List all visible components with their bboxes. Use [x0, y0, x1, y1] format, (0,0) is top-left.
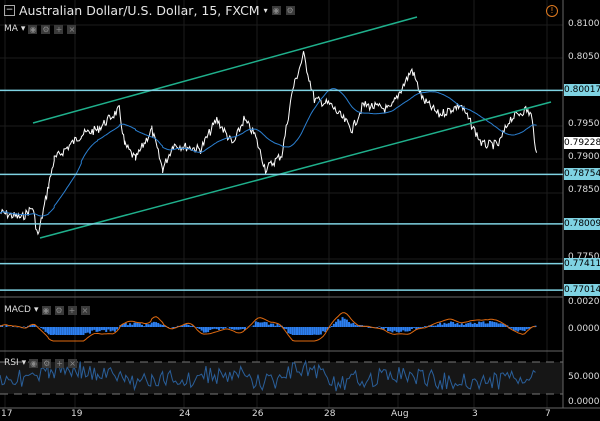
- price-axis-label: 0.79500: [568, 118, 600, 129]
- symbol-title[interactable]: Australian Dollar/U.S. Dollar, 15, FXCM: [19, 3, 260, 18]
- x-axis-label: 17: [1, 409, 13, 419]
- rsi-legend: RSI ▾ ◉ ⚙ + ×: [4, 358, 78, 368]
- gear-icon[interactable]: ⚙: [41, 24, 51, 34]
- level-price-tag[interactable]: 0.77411: [564, 257, 600, 270]
- price-chart[interactable]: [0, 0, 600, 421]
- visibility-icon[interactable]: ◉: [41, 305, 51, 315]
- level-price-tag[interactable]: 0.77014: [564, 284, 600, 297]
- close-icon[interactable]: ×: [80, 305, 90, 315]
- chart-header: − Australian Dollar/U.S. Dollar, 15, FXC…: [4, 3, 296, 18]
- rsi-axis-label: 0.0000: [568, 397, 600, 407]
- macd-legend: MACD ▾ ◉ ⚙ + ×: [4, 305, 91, 315]
- price-axis-label: 0.78500: [568, 185, 600, 196]
- x-axis-label: Aug: [391, 409, 409, 419]
- price-axis-label: 0.81000: [568, 19, 600, 29]
- macd-label[interactable]: MACD: [4, 305, 31, 315]
- macd-axis-label: 0.0020: [568, 297, 600, 307]
- gear-icon[interactable]: ⚙: [285, 6, 295, 15]
- ma-legend: MA ▾ ◉ ⚙ + ×: [4, 24, 77, 34]
- plus-icon[interactable]: +: [54, 24, 64, 34]
- level-price-tag[interactable]: 0.80017: [564, 84, 600, 97]
- price-line: [0, 51, 538, 236]
- x-axis-label: 28: [324, 409, 336, 419]
- level-price-tag[interactable]: 0.78009: [564, 217, 600, 230]
- macd-histogram: [0, 317, 537, 335]
- collapse-icon[interactable]: −: [4, 5, 15, 16]
- x-axis-label: 19: [71, 409, 83, 419]
- chevron-down-icon[interactable]: ▾: [21, 24, 26, 34]
- level-price-tag[interactable]: 0.78754: [564, 168, 600, 181]
- close-icon[interactable]: ×: [68, 358, 78, 368]
- chevron-down-icon[interactable]: ▾: [264, 6, 268, 15]
- close-icon[interactable]: ×: [67, 24, 77, 34]
- channel-upper-line: [32, 16, 418, 124]
- visibility-icon[interactable]: ◉: [29, 358, 39, 368]
- alert-icon[interactable]: !: [546, 5, 558, 17]
- x-axis-label: 3: [472, 409, 478, 419]
- x-axis-label: 7: [545, 409, 551, 419]
- x-axis-label: 24: [179, 409, 191, 419]
- ma-label[interactable]: MA: [4, 24, 18, 34]
- visibility-icon[interactable]: ◉: [271, 6, 281, 15]
- gear-icon[interactable]: ⚙: [42, 358, 52, 368]
- visibility-icon[interactable]: ◉: [28, 24, 38, 34]
- last-price-tag: 0.79228: [564, 136, 600, 149]
- rsi-axis-label: 50.0000: [568, 372, 600, 382]
- chevron-down-icon[interactable]: ▾: [34, 305, 39, 315]
- price-axis-label: 0.80500: [568, 52, 600, 63]
- chevron-down-icon[interactable]: ▾: [22, 358, 27, 368]
- x-axis-label: 26: [252, 409, 264, 419]
- plus-icon[interactable]: +: [55, 358, 65, 368]
- macd-axis-label: 0.0000: [568, 324, 600, 334]
- gear-icon[interactable]: ⚙: [54, 305, 64, 315]
- price-axis-label: 0.79000: [568, 152, 600, 162]
- rsi-label[interactable]: RSI: [4, 358, 19, 368]
- plus-icon[interactable]: +: [67, 305, 77, 315]
